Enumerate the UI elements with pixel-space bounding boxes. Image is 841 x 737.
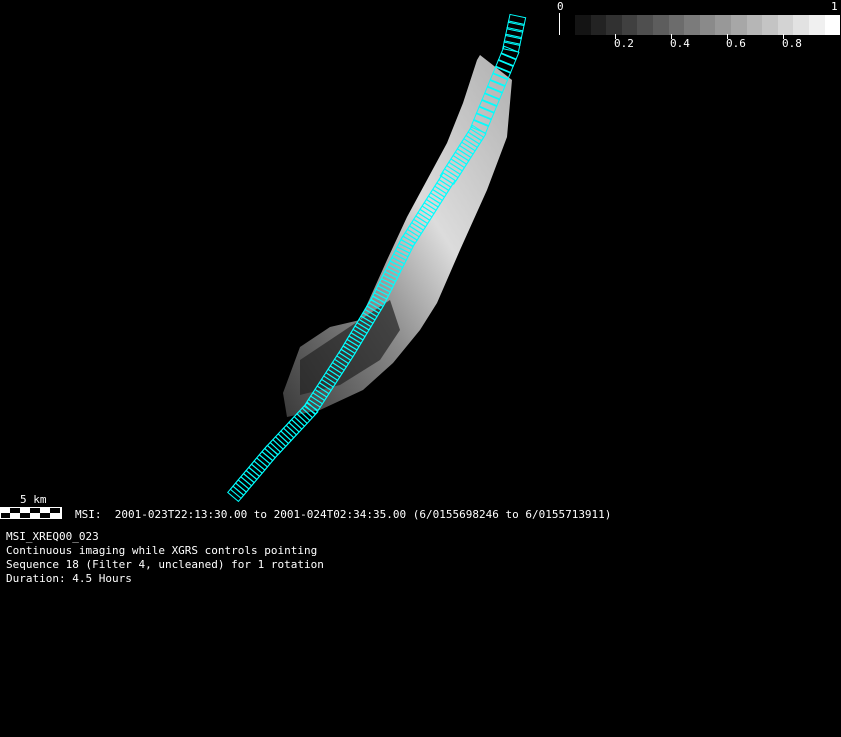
colorbar-step — [777, 15, 794, 35]
colorbar-tick-label: 0.6 — [726, 37, 746, 50]
colorbar-tick-label: 0.8 — [782, 37, 802, 50]
footprint-frame — [497, 52, 517, 68]
scale-bar — [0, 507, 62, 519]
colorbar-step — [824, 15, 841, 35]
colorbar-step — [730, 15, 747, 35]
colorbar — [575, 15, 841, 35]
colorbar-step — [668, 15, 685, 35]
colorbar-tick-label: 0.4 — [670, 37, 690, 50]
colorbar-zero-tick — [559, 13, 560, 35]
colorbar-step — [715, 15, 731, 35]
colorbar-step — [793, 15, 809, 35]
colorbar-tick-label: 0.2 — [614, 37, 634, 50]
colorbar-min-label: 0 — [557, 0, 564, 13]
asteroid-view — [227, 13, 527, 503]
footprint-frame — [500, 45, 520, 61]
sequence-text: Sequence 18 (Filter 4, uncleaned) for 1 … — [6, 558, 324, 571]
colorbar-step — [590, 15, 607, 35]
colorbar-step — [699, 15, 716, 35]
colorbar-step — [621, 15, 638, 35]
colorbar-step — [652, 15, 669, 35]
colorbar-step — [808, 15, 825, 35]
colorbar-step — [637, 15, 653, 35]
description-text: Continuous imaging while XGRS controls p… — [6, 544, 318, 557]
duration-text: Duration: 4.5 Hours — [6, 572, 132, 585]
sequence-id: MSI_XREQ00_023 — [6, 530, 99, 543]
scale-bar-label: 5 km — [20, 493, 47, 506]
colorbar-max-label: 1 — [831, 0, 838, 13]
colorbar-step — [746, 15, 763, 35]
colorbar-step — [762, 15, 778, 35]
colorbar-step — [606, 15, 622, 35]
time-range-text: MSI: 2001-023T22:13:30.00 to 2001-024T02… — [75, 508, 612, 521]
colorbar-step — [575, 15, 591, 35]
colorbar-step — [684, 15, 700, 35]
